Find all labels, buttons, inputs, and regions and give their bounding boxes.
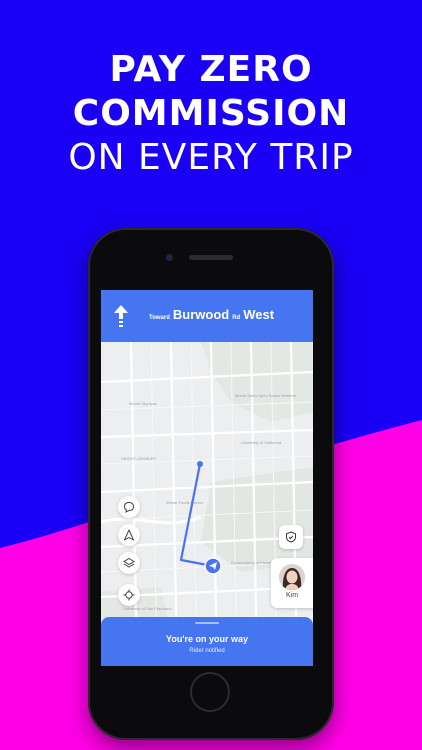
direction-text: Toward Burwood Rd West xyxy=(149,307,274,322)
map-label-conservatory: Conservatory of Flowers xyxy=(231,560,274,565)
front-camera xyxy=(166,254,173,261)
map-label-mount-sutro: Mount Sutro Open Space Reserve xyxy=(235,393,297,398)
locate-button[interactable] xyxy=(118,584,140,606)
app-screen: Toward Burwood Rd West Mount Olympus Mou… xyxy=(101,290,313,666)
toward-label: Toward xyxy=(149,315,170,321)
headline-line-1: PAY ZERO xyxy=(109,49,313,90)
safety-button[interactable] xyxy=(279,525,303,549)
headline-line-3: ON EVERY TRIP xyxy=(68,137,354,178)
home-button[interactable] xyxy=(190,672,230,712)
map-label-whole-foods: Whole Foods Market xyxy=(166,500,204,505)
shield-icon xyxy=(286,531,296,543)
navigate-icon xyxy=(124,529,134,541)
status-title: You're on your way xyxy=(166,634,248,644)
layers-button[interactable] xyxy=(118,552,140,574)
headline: PAY ZERO COMMISSION ON EVERY TRIP xyxy=(0,48,422,180)
map-label-ucsf: University of California xyxy=(241,440,282,445)
street-name: Burwood xyxy=(172,307,230,322)
map-label-university-sf: University of San Francisco xyxy=(123,606,172,611)
chat-button[interactable] xyxy=(118,496,140,518)
layers-icon xyxy=(123,557,135,568)
map-label-mount-olympus: Mount Olympus xyxy=(129,401,157,406)
navigate-button[interactable] xyxy=(118,524,140,546)
locate-icon xyxy=(123,589,135,601)
status-subtitle: Rider notified xyxy=(189,648,225,654)
street-suffix: Rd xyxy=(232,315,241,321)
headline-line-2: COMMISSION xyxy=(72,93,350,134)
rider-avatar xyxy=(279,564,305,590)
navigation-banner: Toward Burwood Rd West xyxy=(101,290,313,342)
chat-icon xyxy=(123,501,135,513)
arrow-up-icon xyxy=(114,305,128,327)
sheet-drag-handle[interactable] xyxy=(195,622,219,624)
route-start-dot xyxy=(197,461,203,467)
trip-status-sheet[interactable]: You're on your way Rider notified xyxy=(101,617,313,666)
earpiece-speaker xyxy=(189,255,233,260)
direction-label: West xyxy=(243,307,275,322)
rider-name: Kim xyxy=(285,592,299,599)
rider-card[interactable]: Kim xyxy=(271,558,313,608)
map-label-haight-ashbury: HAIGHT-ASHBURY xyxy=(121,456,157,461)
